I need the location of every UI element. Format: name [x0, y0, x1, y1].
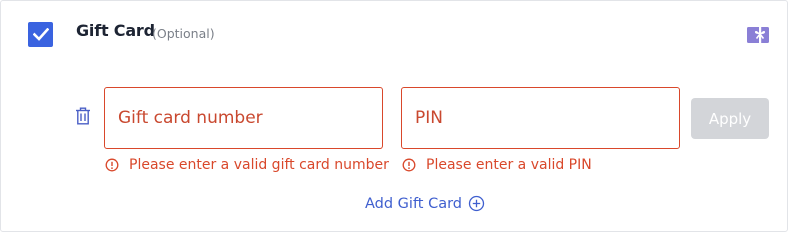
gift-card-checkbox[interactable] [28, 22, 53, 47]
info-circle-icon [402, 158, 416, 172]
gift-card-number-input[interactable] [104, 87, 383, 149]
section-title: Gift Card [76, 21, 155, 40]
pin-error-text: Please enter a valid PIN [426, 157, 592, 173]
add-gift-card-label: Add Gift Card [365, 195, 463, 212]
info-circle-icon [105, 158, 119, 172]
gift-card-number-error: Please enter a valid gift card number [105, 157, 389, 173]
trash-icon[interactable] [75, 107, 91, 125]
gift-card-panel: Gift Card (Optional) Apply Please enter … [0, 0, 788, 232]
optional-label: (Optional) [152, 26, 215, 41]
gift-card-number-error-text: Please enter a valid gift card number [129, 157, 389, 173]
checkmark-icon [32, 28, 49, 41]
plus-circle-icon [468, 195, 485, 212]
gift-card-pin-input[interactable] [401, 87, 680, 149]
apply-button[interactable]: Apply [691, 98, 769, 139]
gift-icon [747, 27, 769, 43]
pin-error: Please enter a valid PIN [402, 157, 592, 173]
add-gift-card-link[interactable]: Add Gift Card [365, 195, 485, 212]
